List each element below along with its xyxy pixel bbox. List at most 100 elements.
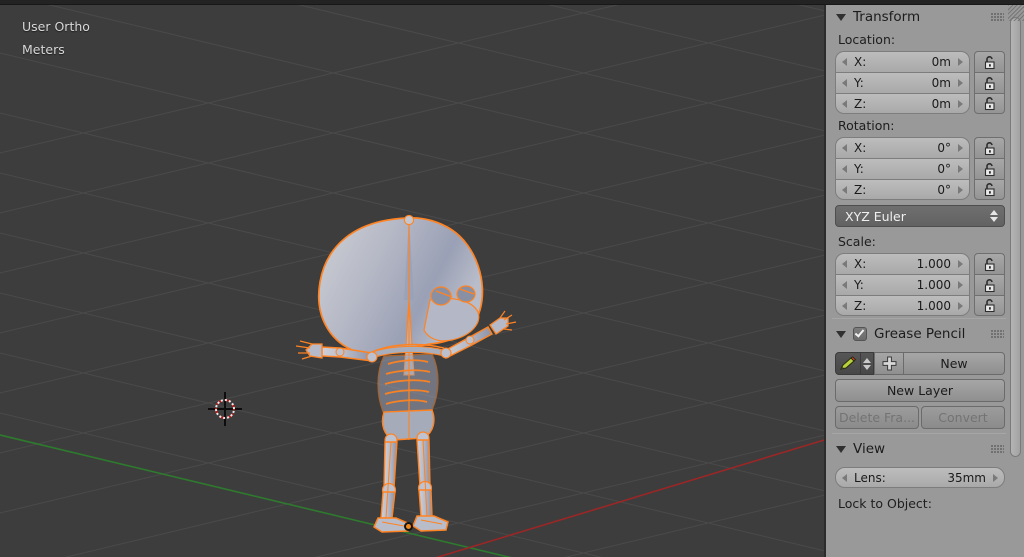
location-x-field[interactable]: X: 0m: [835, 51, 970, 72]
decrement-arrow-icon[interactable]: [842, 99, 847, 108]
lens-field[interactable]: Lens: 35mm: [835, 467, 1005, 488]
rotation-y-lock-button[interactable]: [974, 158, 1005, 179]
grip-dots-icon[interactable]: [991, 12, 1004, 22]
decrement-arrow-icon[interactable]: [842, 79, 847, 87]
grip-dots-icon[interactable]: [991, 444, 1004, 454]
rotation-x-lock-button[interactable]: [974, 137, 1005, 158]
unlocked-padlock-icon: [984, 183, 995, 197]
rotation-z-field[interactable]: Z: 0°: [835, 179, 970, 200]
rotation-mode-value: XYZ Euler: [845, 208, 906, 224]
unlocked-padlock-icon: [984, 97, 995, 111]
scale-x-lock-button[interactable]: [974, 253, 1005, 274]
updown-arrows-icon[interactable]: [990, 210, 998, 222]
new-layer-label: New Layer: [886, 383, 954, 398]
properties-panel[interactable]: Transform Location: X: 0m Y: 0m Z: 0m Ro…: [824, 5, 1024, 557]
lock-to-object-label: Lock to Object:: [838, 496, 932, 511]
increment-arrow-icon[interactable]: [958, 185, 963, 194]
increment-arrow-icon[interactable]: [958, 165, 963, 173]
object-origin-dot[interactable]: [404, 522, 413, 531]
increment-arrow-icon[interactable]: [993, 473, 998, 482]
area-corner-widget[interactable]: [1008, 5, 1024, 21]
unlocked-padlock-icon: [984, 55, 995, 69]
location-y-lock-button[interactable]: [974, 72, 1005, 93]
location-x-value: 0m: [931, 55, 951, 69]
increment-arrow-icon[interactable]: [958, 144, 963, 152]
rotation-fields-row: X: 0° Y: 0° Z: 0°: [826, 137, 1012, 200]
increment-arrow-icon[interactable]: [958, 99, 963, 108]
unlocked-padlock-icon: [984, 257, 995, 271]
increment-arrow-icon[interactable]: [958, 281, 963, 289]
unlocked-padlock-icon: [984, 76, 995, 90]
frame-actions-row: Delete Fra... Convert: [826, 406, 1012, 429]
increment-arrow-icon[interactable]: [958, 260, 963, 268]
panel-divider: [832, 318, 1006, 319]
rotation-z-lock-button[interactable]: [974, 179, 1005, 200]
datablock-spinner-button[interactable]: [861, 352, 874, 375]
transform-panel-title: Transform: [853, 9, 921, 25]
location-x-lock-button[interactable]: [974, 51, 1005, 72]
decrement-arrow-icon[interactable]: [842, 281, 847, 289]
location-x-label: X:: [854, 55, 867, 69]
location-y-label: Y:: [854, 76, 864, 90]
transform-panel-header[interactable]: Transform: [826, 5, 1012, 29]
scale-z-lock-button[interactable]: [974, 295, 1005, 316]
grease-pencil-checkbox[interactable]: [853, 327, 867, 341]
decrement-arrow-icon[interactable]: [842, 473, 847, 482]
rotation-label: Rotation:: [838, 118, 895, 133]
decrement-arrow-icon[interactable]: [842, 185, 847, 194]
increment-arrow-icon[interactable]: [958, 301, 963, 310]
rotation-mode-dropdown[interactable]: XYZ Euler: [835, 205, 1005, 227]
collapse-triangle-icon[interactable]: [836, 13, 846, 21]
scale-y-label: Y:: [854, 278, 864, 292]
rotation-number-group: X: 0° Y: 0° Z: 0°: [835, 137, 970, 200]
decrement-arrow-icon[interactable]: [842, 260, 847, 268]
3d-cursor[interactable]: [208, 392, 242, 426]
unlocked-padlock-icon: [984, 162, 995, 176]
location-y-field[interactable]: Y: 0m: [835, 72, 970, 93]
scale-x-field[interactable]: X: 1.000: [835, 253, 970, 274]
rotation-x-field[interactable]: X: 0°: [835, 137, 970, 158]
lens-row: Lens: 35mm: [826, 467, 1012, 488]
scale-y-lock-button[interactable]: [974, 274, 1005, 295]
location-z-field[interactable]: Z: 0m: [835, 93, 970, 114]
scale-z-field[interactable]: Z: 1.000: [835, 295, 970, 316]
new-layer-button[interactable]: New Layer: [835, 379, 1005, 402]
new-button-label: New: [940, 356, 968, 371]
scale-z-label: Z:: [854, 298, 867, 313]
grease-pencil-panel-title: Grease Pencil: [874, 326, 966, 342]
increment-arrow-icon[interactable]: [958, 79, 963, 87]
rotation-y-field[interactable]: Y: 0°: [835, 158, 970, 179]
scale-fields-row: X: 1.000 Y: 1.000 Z: 1.000: [826, 253, 1012, 316]
convert-button[interactable]: Convert: [921, 406, 1005, 429]
decrement-arrow-icon[interactable]: [842, 165, 847, 173]
rotation-z-value: 0°: [937, 182, 951, 197]
new-layer-row: New Layer: [826, 379, 1012, 402]
unlocked-padlock-icon: [984, 141, 995, 155]
location-z-value: 0m: [931, 96, 951, 111]
cursor-ring-white: [215, 399, 235, 419]
location-y-value: 0m: [931, 76, 951, 90]
collapse-triangle-icon[interactable]: [836, 445, 846, 453]
panel-scrollbar[interactable]: [1010, 17, 1021, 457]
grip-dots-icon[interactable]: [991, 329, 1004, 339]
add-grease-pencil-button[interactable]: [874, 352, 904, 375]
view-panel-header[interactable]: View: [826, 437, 1012, 461]
collapse-triangle-icon[interactable]: [836, 330, 846, 338]
decrement-arrow-icon[interactable]: [842, 301, 847, 310]
scale-y-field[interactable]: Y: 1.000: [835, 274, 970, 295]
panel-divider: [832, 433, 1006, 434]
unlocked-padlock-icon: [984, 278, 995, 292]
3d-viewport[interactable]: User Ortho Meters: [0, 5, 824, 557]
increment-arrow-icon[interactable]: [958, 58, 963, 66]
grease-pencil-panel-header[interactable]: Grease Pencil: [826, 322, 1012, 346]
location-z-lock-button[interactable]: [974, 93, 1005, 114]
delete-frame-button[interactable]: Delete Fra...: [835, 406, 919, 429]
rotation-z-label: Z:: [854, 182, 867, 197]
location-lock-column: [974, 51, 1005, 114]
new-grease-pencil-button[interactable]: New: [904, 352, 1005, 375]
plus-icon: [882, 356, 896, 371]
decrement-arrow-icon[interactable]: [842, 58, 847, 66]
pencil-datablock-button[interactable]: [835, 352, 861, 375]
decrement-arrow-icon[interactable]: [842, 144, 847, 152]
scale-lock-column: [974, 253, 1005, 316]
